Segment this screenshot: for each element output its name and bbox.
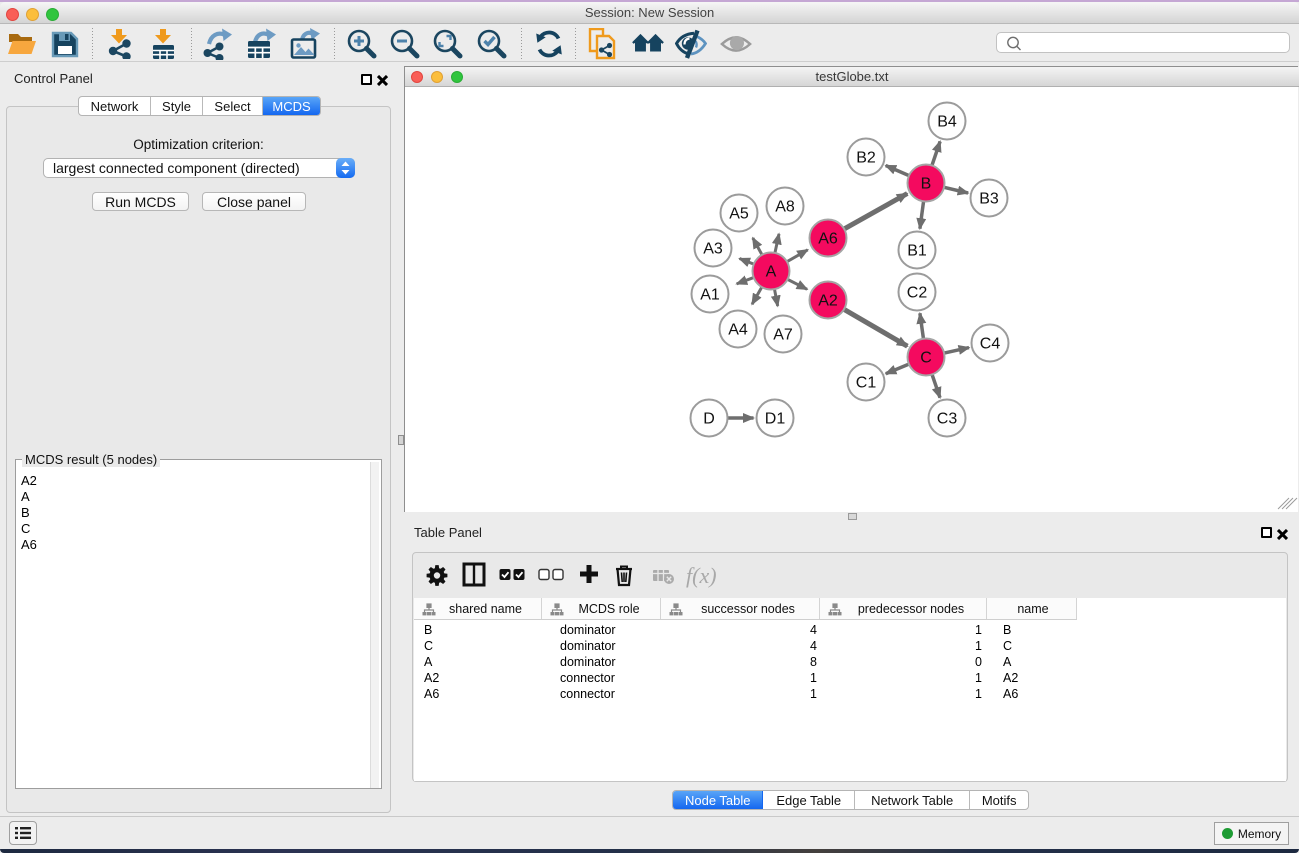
svg-text:A3: A3 bbox=[703, 241, 723, 258]
svg-text:B1: B1 bbox=[907, 243, 927, 260]
svg-text:C3: C3 bbox=[937, 411, 958, 428]
svg-text:D: D bbox=[703, 411, 715, 428]
svg-text:A6: A6 bbox=[818, 231, 838, 248]
svg-text:C4: C4 bbox=[980, 336, 1001, 353]
svg-text:A2: A2 bbox=[818, 293, 838, 310]
svg-text:D1: D1 bbox=[765, 411, 786, 428]
svg-text:A1: A1 bbox=[700, 287, 720, 304]
svg-text:C: C bbox=[920, 350, 932, 367]
svg-text:B3: B3 bbox=[979, 191, 999, 208]
svg-text:B2: B2 bbox=[856, 150, 876, 167]
svg-text:A: A bbox=[766, 264, 777, 281]
svg-text:A8: A8 bbox=[775, 199, 795, 216]
svg-text:A7: A7 bbox=[773, 327, 793, 344]
svg-text:B4: B4 bbox=[937, 114, 957, 131]
svg-text:A5: A5 bbox=[729, 206, 749, 223]
svg-text:C2: C2 bbox=[907, 285, 928, 302]
svg-text:f(x): f(x) bbox=[686, 563, 717, 588]
svg-text:B: B bbox=[921, 176, 932, 193]
svg-text:A4: A4 bbox=[728, 322, 748, 339]
svg-text:C1: C1 bbox=[856, 375, 877, 392]
